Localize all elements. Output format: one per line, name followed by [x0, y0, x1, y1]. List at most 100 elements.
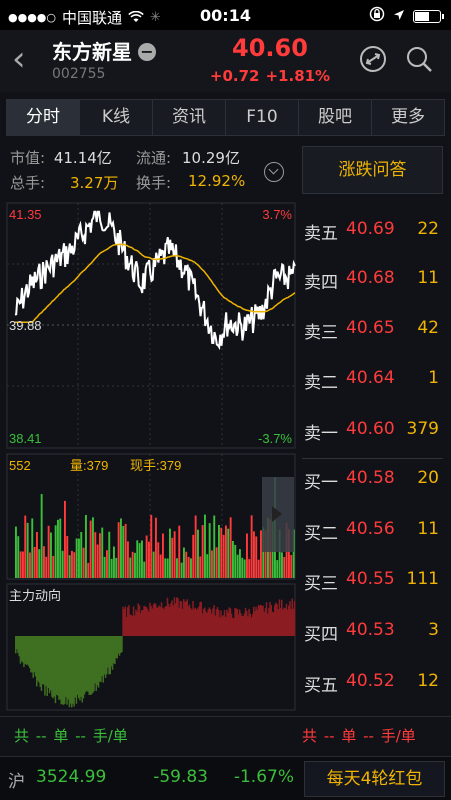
bid-row-1[interactable]: 买一 40.58 20	[302, 468, 443, 493]
volume-bar	[215, 547, 218, 578]
volume-bar	[68, 555, 71, 578]
volume-bar	[101, 527, 104, 578]
volume-bar	[255, 536, 258, 578]
volume-bar	[260, 530, 262, 578]
current-price: 40.60	[232, 34, 308, 62]
volume-bar	[75, 538, 78, 578]
bid-row-5[interactable]: 买五 40.52 12	[302, 671, 443, 696]
volume-bar	[257, 559, 260, 578]
volume-bar	[113, 546, 115, 578]
tab-f10[interactable]: F10	[226, 100, 299, 135]
volume-bar	[173, 531, 176, 578]
volume-bar	[71, 550, 73, 578]
volume-bar	[241, 557, 244, 578]
volume-bar	[26, 522, 29, 578]
ask-label: 卖五	[304, 224, 338, 244]
bid-row-3[interactable]: 买三 40.55 111	[302, 569, 443, 594]
mktcap-label: 市值:	[10, 149, 46, 167]
tab-kline[interactable]: K线	[80, 100, 153, 135]
back-icon[interactable]: ‹	[12, 42, 26, 76]
volume-bar	[134, 552, 136, 578]
ask-price: 40.68	[346, 268, 395, 288]
volume-bar	[180, 562, 183, 578]
volume-bar	[236, 554, 239, 578]
volume-bar	[169, 528, 171, 578]
stock-name: 东方新星 −	[52, 36, 156, 65]
expand-info-icon[interactable]	[264, 162, 284, 182]
qa-button[interactable]: 涨跌问答	[302, 146, 443, 194]
volume-bar	[50, 532, 52, 578]
volume-bar	[73, 552, 76, 578]
index-change: -59.83	[153, 767, 208, 787]
volume-bar	[290, 555, 293, 578]
ask-row-4[interactable]: 卖四 40.68 11	[302, 268, 443, 293]
volume-bar	[110, 558, 113, 578]
volume-bar	[94, 532, 97, 578]
volume-bar	[194, 515, 197, 578]
ask-price: 40.64	[346, 368, 395, 388]
chart-svg: 41.35 3.7% 39.88 38.41 -3.7% 552 量:379 现…	[6, 202, 296, 712]
bid-price: 40.55	[346, 569, 395, 589]
remove-watchlist-icon[interactable]: −	[138, 43, 156, 61]
ask-label: 卖一	[304, 424, 338, 444]
float-value: 10.29亿	[182, 149, 240, 167]
tab-more[interactable]: 更多	[372, 100, 444, 135]
volume-bar	[19, 551, 22, 578]
main-flow-label: 主力动向	[9, 588, 61, 603]
ask-row-5[interactable]: 卖五 40.69 22	[302, 219, 443, 244]
volume-bar	[131, 551, 134, 578]
volume-bar	[52, 555, 55, 578]
ask-row-1[interactable]: 卖一 40.60 379	[302, 419, 443, 444]
volume-bar	[185, 551, 188, 578]
volume-bar	[92, 517, 94, 578]
volume-bar	[222, 534, 225, 578]
volume-bar	[138, 543, 141, 578]
ask-volume: 42	[417, 318, 439, 338]
volume-bar	[43, 546, 45, 578]
refresh-icon[interactable]	[358, 44, 388, 74]
stock-header: ‹ 东方新星 − 002755 40.60 +0.72 +1.81%	[0, 30, 451, 92]
tab-intraday[interactable]: 分时	[7, 100, 80, 135]
ask-row-3[interactable]: 卖三 40.65 42	[302, 318, 443, 343]
volume-bar	[213, 515, 216, 578]
volume-bar	[197, 529, 199, 578]
ask-volume: 379	[406, 419, 439, 439]
volume-bar	[208, 523, 211, 578]
bid-label: 买四	[304, 625, 338, 645]
ask-row-2[interactable]: 卖二 40.64 1	[302, 368, 443, 393]
volume-bar	[22, 551, 24, 578]
volume-bar	[155, 517, 157, 578]
volume-bar	[229, 517, 232, 578]
volume-bar	[15, 526, 17, 578]
current-volume-label: 现手:379	[130, 458, 181, 473]
bid-row-4[interactable]: 买四 40.53 3	[302, 620, 443, 645]
tab-news[interactable]: 资讯	[153, 100, 226, 135]
ask-volume: 22	[417, 219, 439, 239]
volume-bar	[225, 525, 227, 578]
volume-bar	[129, 557, 132, 578]
search-icon[interactable]	[404, 44, 434, 74]
volume-bar	[80, 532, 83, 578]
volume-bar	[45, 556, 48, 578]
volume-max-label: 552	[9, 458, 31, 473]
volume-bar	[36, 532, 38, 578]
ask-label: 卖二	[304, 373, 338, 393]
volume-bar	[232, 541, 234, 578]
bid-volume: 12	[417, 671, 439, 691]
tab-forum[interactable]: 股吧	[299, 100, 372, 135]
volume-bar	[176, 558, 178, 578]
battery-icon	[413, 9, 444, 23]
red-packet-button[interactable]: 每天4轮红包	[304, 761, 445, 797]
volume-bar	[199, 556, 202, 578]
bid-label: 买一	[304, 473, 338, 493]
volume-bar	[171, 537, 174, 578]
volume-bar	[103, 556, 106, 578]
volume-bar	[78, 538, 80, 578]
volume-bar	[248, 559, 251, 578]
index-bar[interactable]: 沪 3524.99 -59.83 -1.67% 每天4轮红包	[0, 756, 451, 800]
intraday-chart[interactable]: 41.35 3.7% 39.88 38.41 -3.7% 552 量:379 现…	[6, 202, 296, 712]
volume-bar	[38, 549, 41, 578]
bid-row-2[interactable]: 买二 40.56 11	[302, 519, 443, 544]
volume-bar	[234, 545, 237, 578]
bid-label: 买二	[304, 524, 338, 544]
